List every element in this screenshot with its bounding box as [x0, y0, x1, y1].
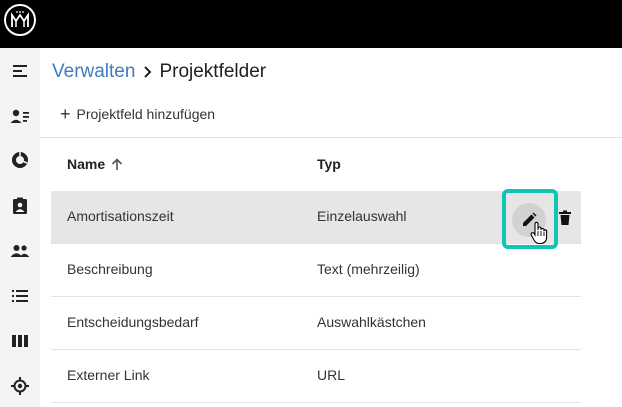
list-icon[interactable]	[8, 284, 32, 308]
project-fields-table: Name Typ Amortisationszeit Einzelauswahl	[51, 138, 581, 403]
cell-name: Beschreibung	[67, 261, 153, 277]
chevron-right-icon	[143, 65, 153, 79]
breadcrumb-link-verwalten[interactable]: Verwalten	[52, 61, 135, 83]
table-row[interactable]: Beschreibung Text (mehrzeilig)	[51, 244, 581, 297]
arrow-up-icon	[111, 157, 123, 171]
top-bar	[0, 0, 622, 48]
cell-type: Einzelauswahl	[317, 208, 407, 224]
target-icon[interactable]	[8, 374, 32, 398]
table-row[interactable]: Entscheidungsbedarf Auswahlkästchen	[51, 297, 581, 350]
menu-collapse-icon[interactable]	[8, 59, 32, 83]
delete-button[interactable]	[554, 207, 576, 229]
column-header-type: Typ	[317, 156, 341, 172]
trash-icon	[559, 210, 571, 225]
breadcrumb: Verwalten Projektfelder	[52, 60, 266, 84]
column-header-name-label: Name	[67, 156, 106, 172]
table-row[interactable]: Externer Link URL	[51, 350, 581, 403]
table-header: Name Typ	[51, 138, 581, 191]
add-project-field-label: Projektfeld hinzufügen	[76, 106, 216, 122]
mm-logo-icon[interactable]	[4, 4, 36, 36]
hand-pointer-cursor-icon	[529, 221, 551, 245]
people-icon[interactable]	[8, 239, 32, 263]
cell-name: Externer Link	[67, 367, 150, 383]
person-list-icon[interactable]	[8, 104, 32, 128]
cell-name: Amortisationszeit	[67, 208, 174, 224]
badge-clipboard-icon[interactable]	[8, 194, 32, 218]
plus-icon: +	[60, 104, 71, 124]
column-header-name[interactable]: Name	[67, 156, 123, 172]
page-title: Projektfelder	[159, 61, 267, 82]
add-project-field-button[interactable]: + Projektfeld hinzufügen	[60, 104, 215, 124]
sidebar	[0, 48, 40, 407]
cell-name: Entscheidungsbedarf	[67, 314, 199, 330]
donut-chart-icon[interactable]	[8, 148, 32, 172]
cell-type: Text (mehrzeilig)	[317, 261, 420, 277]
cell-type: URL	[317, 367, 346, 383]
table-row[interactable]: Amortisationszeit Einzelauswahl	[51, 189, 581, 249]
cell-type: Auswahlkästchen	[317, 314, 426, 330]
columns-icon[interactable]	[8, 329, 32, 353]
main-content: Verwalten Projektfelder + Projektfeld hi…	[40, 48, 622, 407]
